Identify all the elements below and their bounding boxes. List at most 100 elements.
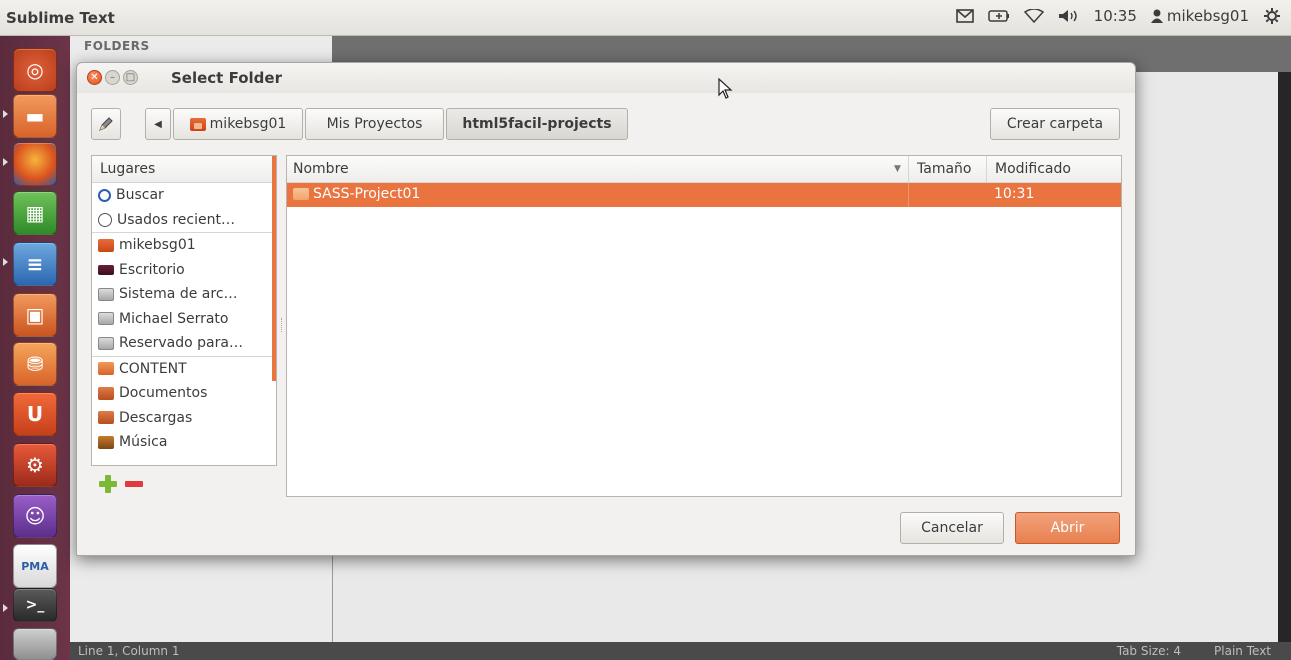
power-gear-icon[interactable] [1263,7,1281,25]
desktop-icon [98,264,114,275]
select-folder-dialog: ✕ – □ Select Folder ◀ mikebsg01 Mis Proy… [76,62,1136,556]
firefox-icon[interactable] [13,142,57,186]
remove-bookmark-icon[interactable] [125,481,143,487]
create-folder-button[interactable]: Crear carpeta [990,108,1120,140]
places-header: Lugares [92,156,276,183]
home-folder-icon [98,238,114,252]
place-michael-serrato[interactable]: Michael Serrato [92,307,276,332]
file-row-selected[interactable]: SASS-Project01 10:31 [287,183,1121,207]
battery-icon[interactable] [987,9,1010,23]
maximize-button[interactable]: □ [123,70,138,85]
terminal-icon[interactable]: >_ [13,588,57,622]
place-descargas[interactable]: Descargas [92,406,276,431]
phpmyadmin-icon[interactable]: PMA [13,544,57,588]
add-bookmark-icon[interactable] [99,475,117,493]
place-recent[interactable]: Usados recient… [92,208,276,233]
user-menu[interactable]: mikebsg01 [1150,7,1249,25]
breadcrumb-current[interactable]: html5facil-projects [446,108,628,140]
folders-label: FOLDERS [84,39,150,53]
running-indicator [3,158,8,166]
drive-icon [98,287,114,301]
wifi-icon[interactable] [1023,9,1044,23]
indicator-area: 10:35 mikebsg01 [955,7,1281,25]
libreoffice-writer-icon[interactable]: ≡ [13,242,57,286]
place-label: Documentos [119,385,208,402]
settings-icon[interactable]: ⚙ [13,443,57,487]
place-label: Escritorio [119,261,185,278]
pidgin-icon[interactable]: ☺ [13,494,57,538]
breadcrumb-home[interactable]: mikebsg01 [173,108,303,140]
libreoffice-impress-icon[interactable]: ▣ [13,293,57,337]
place-label: Buscar [116,187,164,204]
place-musica[interactable]: Música [92,430,276,455]
app-title: Sublime Text [6,9,115,27]
drive-icon [98,312,114,326]
folder-icon [293,188,309,200]
column-modified[interactable]: Modificado [986,156,1122,182]
column-size[interactable]: Tamaño [908,156,986,182]
minimap-scrollbar[interactable] [1278,72,1291,642]
documents-icon [98,386,114,400]
dialog-title: Select Folder [171,69,282,87]
music-icon [98,435,114,449]
file-list: Nombre ▼ Tamaño Modificado SASS-Project0… [286,155,1122,497]
place-label: Reservado para… [119,335,243,352]
place-label: CONTENT [119,360,187,377]
place-content[interactable]: CONTENT [92,355,276,382]
files-icon[interactable]: ▬ [13,94,57,138]
close-button[interactable]: ✕ [87,70,102,85]
file-size-cell [908,183,986,207]
ubuntu-one-icon[interactable]: U [13,392,57,436]
place-label: Michael Serrato [119,310,229,327]
path-scroll-left-button[interactable]: ◀ [145,108,171,140]
breadcrumb-label: mikebsg01 [209,116,287,132]
places-panel: Lugares Buscar Usados recient… mikebsg01… [91,155,277,466]
open-button[interactable]: Abrir [1015,512,1120,544]
places-scrollbar[interactable] [272,156,276,381]
username-label: mikebsg01 [1166,7,1249,25]
type-location-button[interactable] [91,108,121,140]
software-center-icon[interactable]: ⛃ [13,342,57,386]
top-panel: Sublime Text 10:35 mikebsg01 [0,0,1291,36]
dash-home-icon[interactable]: ◎ [13,48,57,92]
folder-icon [98,362,114,376]
recent-icon [98,212,112,227]
drive-icon [98,336,114,350]
minimize-button[interactable]: – [105,70,120,85]
cancel-button[interactable]: Cancelar [900,512,1004,544]
place-filesystem[interactable]: Sistema de arc… [92,282,276,307]
cursor-position: Line 1, Column 1 [78,644,180,658]
tab-size[interactable]: Tab Size: 4 [1117,644,1181,658]
place-buscar[interactable]: Buscar [92,183,276,208]
mail-icon[interactable] [955,9,974,23]
syntax-mode[interactable]: Plain Text [1214,644,1271,658]
clock[interactable]: 10:35 [1094,7,1137,25]
libreoffice-calc-icon[interactable]: ▦ [13,191,57,235]
place-label: mikebsg01 [119,237,196,254]
file-modified-cell: 10:31 [994,186,1035,202]
mouse-pointer-icon [718,78,733,99]
home-folder-icon [189,117,206,131]
breadcrumb-mis-proyectos[interactable]: Mis Proyectos [305,108,444,140]
place-documentos[interactable]: Documentos [92,381,276,406]
file-list-header: Nombre ▼ Tamaño Modificado [287,156,1121,183]
sort-down-icon: ▼ [894,164,901,174]
pencil-icon [99,117,113,131]
breadcrumb-label: Mis Proyectos [326,116,423,132]
workspace-switcher-icon[interactable] [13,628,57,660]
status-bar: Line 1, Column 1 Tab Size: 4 Plain Text [70,642,1291,660]
place-escritorio[interactable]: Escritorio [92,258,276,283]
volume-icon[interactable] [1058,9,1080,23]
file-name-cell: SASS-Project01 [293,186,420,202]
search-icon [98,188,111,202]
running-indicator [3,604,8,612]
file-name: SASS-Project01 [313,186,421,202]
user-icon [1150,9,1163,23]
dialog-titlebar[interactable]: ✕ – □ Select Folder [77,63,1135,93]
place-label: Música [119,434,168,451]
column-name[interactable]: Nombre [293,156,349,182]
launcher: ◎ ▬ ▦ ≡ ▣ ⛃ U ⚙ ☺ PMA >_ [0,36,71,660]
place-home[interactable]: mikebsg01 [92,232,276,258]
downloads-icon [98,411,114,425]
place-reservado[interactable]: Reservado para… [92,331,276,356]
